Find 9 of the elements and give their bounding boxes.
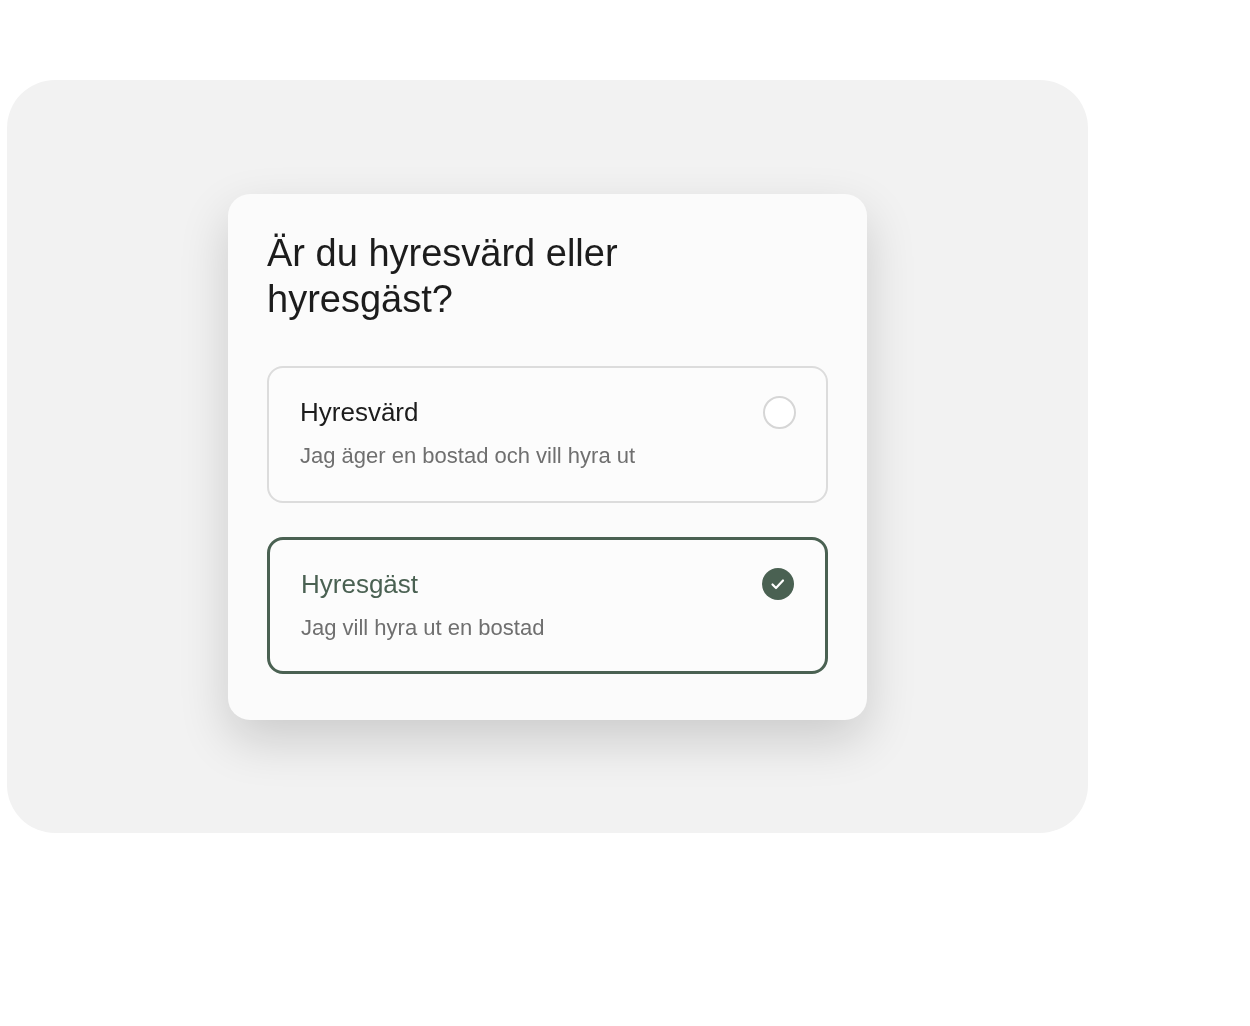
option-title: Hyresgäst	[301, 568, 420, 601]
option-description: Jag äger en bostad och vill hyra ut	[300, 442, 636, 470]
checkmark-icon	[761, 567, 795, 601]
option-card[interactable]: Hyresgäst Jag vill hyra ut en bostad	[267, 537, 828, 674]
question-title: Är du hyresvärd eller hyresgäst?	[267, 231, 619, 322]
radio-button[interactable]	[763, 396, 796, 429]
option-title: Hyresvärd	[300, 396, 420, 429]
option-description: Jag vill hyra ut en bostad	[301, 614, 545, 642]
option-card[interactable]: Hyresvärd Jag äger en bostad och vill hyra ut	[267, 366, 828, 503]
